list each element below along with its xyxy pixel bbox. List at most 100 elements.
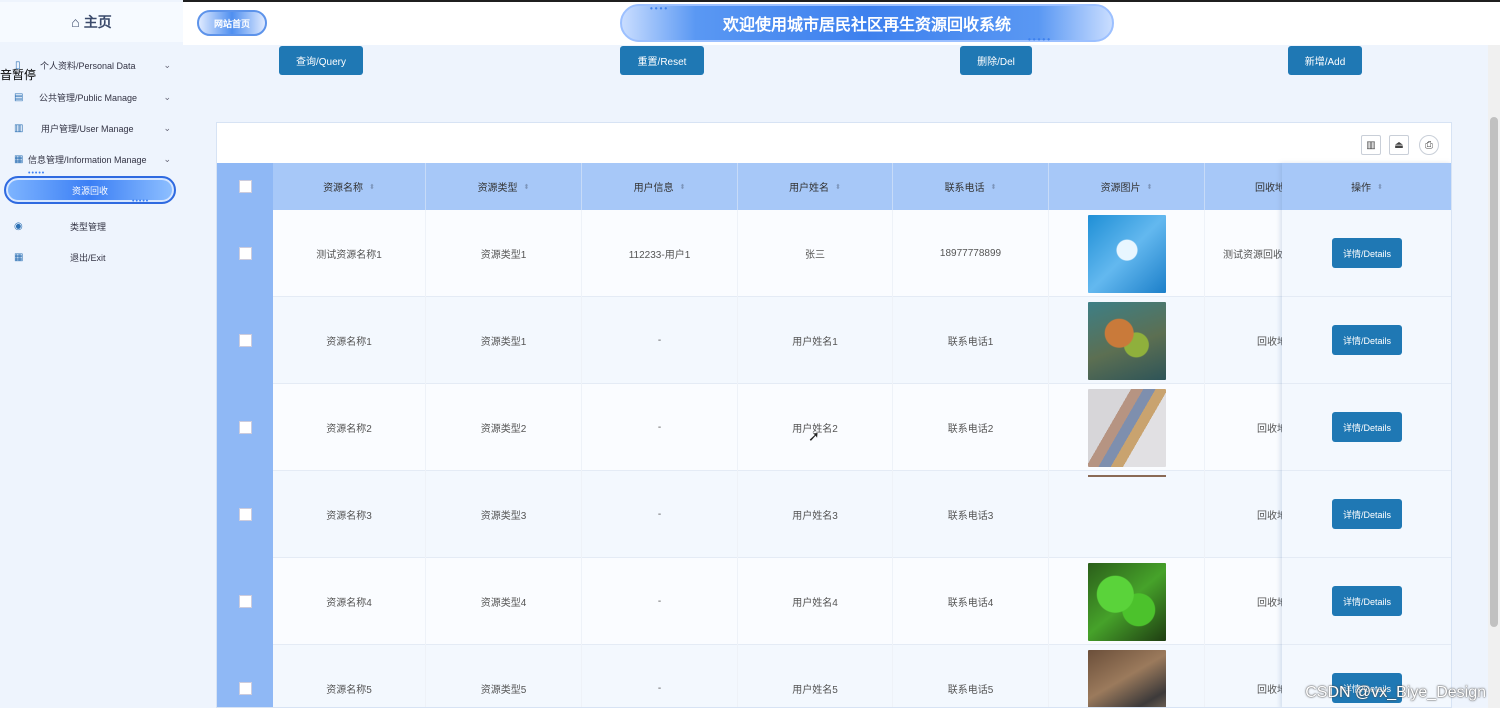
column-header-label: 资源名称 xyxy=(323,183,364,194)
row-checkbox[interactable] xyxy=(238,421,252,434)
cell-type: 资源类型5 xyxy=(426,645,582,707)
sort-icon: ⬍ xyxy=(523,183,530,191)
cell-name: 资源名称5 xyxy=(273,645,426,707)
cell-phone: 联系电话2 xyxy=(893,384,1049,471)
add-button[interactable]: 新增/Add xyxy=(1288,46,1362,75)
cell-type: 资源类型4 xyxy=(426,558,582,645)
resource-image[interactable] xyxy=(1087,475,1166,477)
overflow-text: 音暂停 xyxy=(0,68,37,82)
user-chart-icon: ▥ xyxy=(14,122,24,134)
cell-user-name: 张三 xyxy=(738,210,893,297)
operation-cell: 详情/Details xyxy=(1282,297,1451,384)
sidebar-item-user-manage[interactable]: ▥ 用户管理/User Manage ⌄ xyxy=(0,115,183,141)
details-button[interactable]: 详情/Details xyxy=(1332,325,1402,355)
resource-image[interactable] xyxy=(1087,388,1166,467)
resource-image[interactable] xyxy=(1087,301,1166,380)
sidebar-item-label: 公共管理/Public Manage xyxy=(39,92,138,103)
row-checkbox[interactable] xyxy=(238,682,252,695)
chevron-down-icon: ⌄ xyxy=(163,59,171,70)
row-checkbox[interactable] xyxy=(238,334,252,347)
watermark: CSDN @vx_Biye_Design xyxy=(1305,684,1486,701)
page-scrollbar[interactable] xyxy=(1488,45,1500,708)
cell-type: 资源类型3 xyxy=(426,471,582,558)
details-button[interactable]: 详情/Details xyxy=(1332,499,1402,529)
sort-icon: ⬍ xyxy=(1146,183,1153,191)
header: 网站首页 •••• 欢迎使用城市居民社区再生资源回收系统 ••••• xyxy=(183,2,1500,45)
row-select-cell xyxy=(217,297,273,384)
clipboard-icon: ▤ xyxy=(14,91,24,103)
decor-dots: •••• xyxy=(650,4,670,13)
table-row[interactable]: 测试资源名称1 资源类型1 112233-用户1 张三 18977778899 测试资源回… xyxy=(217,210,1451,297)
column-header-label: 操作 xyxy=(1351,183,1372,194)
column-header-phone[interactable]: 联系电话 ⬍ xyxy=(893,163,1049,210)
sidebar-item-exit[interactable]: ▦ 退出/Exit xyxy=(0,244,183,270)
sidebar-item-type-manage[interactable]: ◉ 类型管理 xyxy=(0,213,183,239)
cell-phone: 联系电话4 xyxy=(893,558,1049,645)
sort-icon: ⬍ xyxy=(835,183,841,191)
scrollbar-thumb[interactable] xyxy=(1490,117,1498,627)
row-select-cell xyxy=(217,645,273,707)
site-home-link[interactable]: 网站首页 xyxy=(197,10,267,36)
column-header-operation[interactable]: 操作 ⬍ xyxy=(1282,163,1451,210)
table-row[interactable]: 资源名称1 资源类型1- 用户姓名1 联系电话1 回收地 xyxy=(217,297,1451,384)
cell-user-name: 用户姓名4 xyxy=(738,558,893,645)
column-header-label: 用户信息 xyxy=(633,183,674,194)
cell-phone: 联系电话5 xyxy=(893,645,1049,707)
select-all-checkbox[interactable] xyxy=(238,180,252,193)
column-header-user-info[interactable]: 用户信息 ⬍ xyxy=(582,163,738,210)
sidebar-item-public-manage[interactable]: ▤ 公共管理/Public Manage ⌄ xyxy=(0,84,183,110)
export-icon[interactable]: ⏏ xyxy=(1389,135,1409,155)
page-title: •••• 欢迎使用城市居民社区再生资源回收系统 ••••• xyxy=(620,4,1114,44)
row-checkbox[interactable] xyxy=(238,595,252,608)
operation-cell: 详情/Details xyxy=(1282,384,1451,471)
details-button[interactable]: 详情/Details xyxy=(1332,412,1402,442)
column-header-user-name[interactable]: 用户姓名 ⬍ xyxy=(738,163,893,210)
sort-icon: ⬍ xyxy=(990,183,997,191)
reset-button[interactable]: 重置/Reset xyxy=(620,46,704,75)
sidebar-home-label: 主页 xyxy=(83,14,112,30)
site-home-label: 网站首页 xyxy=(213,18,250,29)
print-icon[interactable]: ⎙ xyxy=(1419,135,1439,155)
resource-image[interactable] xyxy=(1087,214,1166,293)
details-button[interactable]: 详情/Details xyxy=(1332,586,1402,616)
column-header-label: 回收地 xyxy=(1255,183,1285,194)
sidebar-item-label: 用户管理/User Manage xyxy=(41,123,134,134)
resource-image[interactable] xyxy=(1087,562,1166,641)
resource-image-cell xyxy=(1049,558,1205,645)
column-header-name[interactable]: 资源名称 ⬍ xyxy=(273,163,426,210)
badge-icon: ◉ xyxy=(14,220,23,232)
row-checkbox[interactable] xyxy=(238,247,252,260)
delete-button[interactable]: 删除/Del xyxy=(960,46,1032,75)
table-row[interactable]: 资源名称3 资源类型3- 用户姓名3 联系电话3 回收地 xyxy=(217,471,1451,558)
details-button[interactable]: 详情/Details xyxy=(1332,238,1402,268)
table-row[interactable]: 资源名称5 资源类型5- 用户姓名5 联系电话5 回收地 xyxy=(217,645,1451,707)
operation-cell: 详情/Details xyxy=(1282,210,1451,297)
column-header-label: 联系电话 xyxy=(944,183,985,194)
cell-user-info: - xyxy=(582,384,738,471)
row-select-cell xyxy=(217,210,273,297)
page-title-text: 欢迎使用城市居民社区再生资源回收系统 xyxy=(722,17,1011,34)
sort-icon: ⬍ xyxy=(369,183,375,191)
sidebar-item-information-manage[interactable]: ▦ 信息管理/Information Manage ⌄ xyxy=(0,146,183,172)
sidebar-item-label: 个人资料/Personal Data xyxy=(40,60,136,71)
column-header-type[interactable]: 资源类型 ⬍ xyxy=(426,163,582,210)
cell-user-info: 112233-用户1 xyxy=(582,210,738,297)
query-button[interactable]: 查询/Query xyxy=(279,46,363,75)
cell-user-info: - xyxy=(582,645,738,707)
cell-type: 资源类型1 xyxy=(426,297,582,384)
resource-image[interactable] xyxy=(1087,649,1166,707)
filter-columns-icon[interactable]: ▥ xyxy=(1361,135,1381,155)
cell-name: 资源名称3 xyxy=(273,471,426,558)
cell-phone: 18977778899 xyxy=(893,210,1049,297)
sidebar-home[interactable]: ⌂ 主页 xyxy=(0,2,183,42)
cell-name: 测试资源名称1 xyxy=(273,210,426,297)
resource-image-cell xyxy=(1049,645,1205,707)
sidebar-item-resource-recycle[interactable]: 资源回收 xyxy=(4,176,176,204)
cell-user-name: 用户姓名1 xyxy=(738,297,893,384)
sidebar-item-label: 退出/Exit xyxy=(70,252,106,263)
decor-dots: ••••• xyxy=(132,198,150,205)
column-header-image[interactable]: 资源图片 ⬍ xyxy=(1049,163,1205,210)
table-row[interactable]: 资源名称4 资源类型4- 用户姓名4 联系电话4 回收地 xyxy=(217,558,1451,645)
table-row[interactable]: 资源名称2 资源类型2- 用户姓名2 联系电话2 回收地 xyxy=(217,384,1451,471)
row-checkbox[interactable] xyxy=(238,508,252,521)
